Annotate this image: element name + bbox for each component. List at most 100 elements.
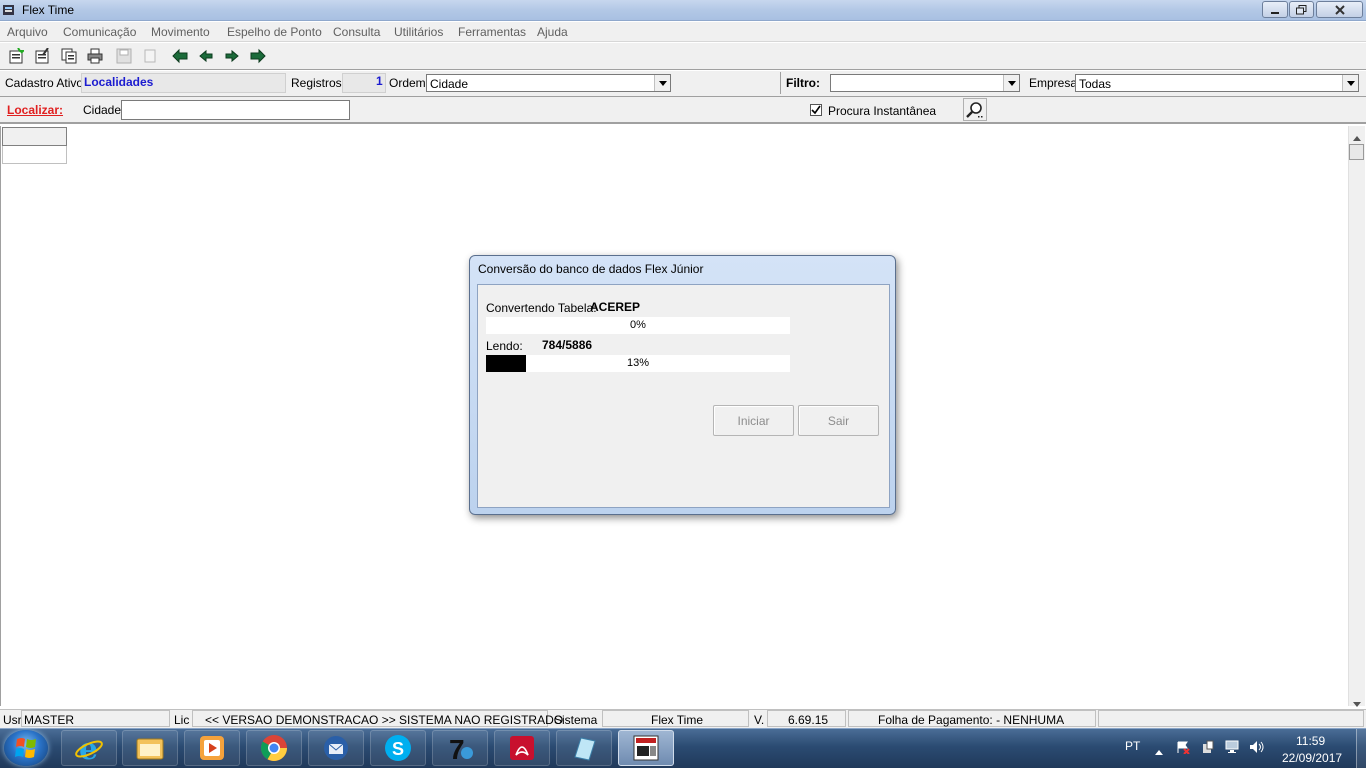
localizar-label: Localizar: <box>7 103 64 117</box>
action-center-icon[interactable] <box>1176 740 1190 757</box>
menu-ferramentas[interactable]: Ferramentas <box>458 25 526 39</box>
empresa-select-value: Todas <box>1079 77 1112 91</box>
edit-record-icon[interactable] <box>33 47 51 65</box>
minimize-button[interactable] <box>1262 1 1288 18</box>
reading-label: Lendo: <box>486 339 523 353</box>
sistema-value: Flex Time <box>651 713 704 727</box>
folha-value: Folha de Pagamento: - NENHUMA <box>878 713 1065 727</box>
menu-utilitarios[interactable]: Utilitários <box>394 25 443 39</box>
divider <box>780 72 781 94</box>
menu-espelho-de-ponto[interactable]: Espelho de Ponto <box>227 25 322 39</box>
chrome-icon <box>260 735 288 762</box>
windows-logo-icon <box>15 738 36 758</box>
flex-time-icon <box>633 735 659 761</box>
reading-value: 784/5886 <box>542 338 593 352</box>
reading-progress-bar: 13% <box>486 355 790 372</box>
search-icon <box>966 101 983 118</box>
taskbar-skype[interactable]: S <box>370 730 426 766</box>
volume-icon[interactable] <box>1249 740 1265 757</box>
table-name: ACEREP <box>590 300 641 314</box>
close-button[interactable] <box>1316 1 1363 18</box>
filtro-label: Filtro: <box>786 76 820 90</box>
registros-label: Registros: <box>291 76 346 90</box>
notepad-icon <box>574 737 596 761</box>
ordem-select[interactable]: Cidade <box>426 74 671 92</box>
taskbar-internet-explorer[interactable]: e <box>61 730 117 766</box>
cancel-icon[interactable] <box>141 47 159 65</box>
sistema-label: Sistema <box>554 713 598 727</box>
taskbar-7zip[interactable]: 7 <box>432 730 488 766</box>
start-button[interactable] <box>4 730 48 766</box>
taskbar-chrome[interactable] <box>246 730 302 766</box>
internet-explorer-icon: e <box>75 733 103 763</box>
empresa-label: Empresa: <box>1029 76 1081 90</box>
media-player-icon <box>200 736 224 760</box>
empresa-select[interactable]: Todas <box>1075 74 1359 92</box>
cadastro-ativo-label: Cadastro Ativo: <box>5 76 87 90</box>
copy-record-icon[interactable] <box>60 47 78 65</box>
vertical-scrollbar[interactable] <box>1348 126 1365 707</box>
menu-arquivo[interactable]: Arquivo <box>7 25 48 39</box>
grid-row[interactable] <box>2 146 67 164</box>
iniciar-button[interactable]: Iniciar <box>713 405 794 436</box>
network-icon[interactable] <box>1225 740 1241 757</box>
scroll-down-icon[interactable] <box>1353 696 1361 710</box>
first-record-icon[interactable] <box>171 47 189 65</box>
version-label: V. <box>754 713 765 727</box>
prev-record-icon[interactable] <box>197 47 215 65</box>
save-icon[interactable] <box>115 47 133 65</box>
search-button[interactable] <box>963 98 987 121</box>
new-record-icon[interactable] <box>7 47 25 65</box>
scroll-thumb[interactable] <box>1349 144 1364 160</box>
localizar-input[interactable] <box>121 100 350 120</box>
last-record-icon[interactable] <box>249 47 267 65</box>
chevron-down-icon[interactable] <box>1342 75 1358 91</box>
sair-button[interactable]: Sair <box>798 405 879 436</box>
restore-button[interactable] <box>1289 1 1314 18</box>
7zip-icon: 7 <box>449 734 473 763</box>
chevron-down-icon[interactable] <box>1003 75 1019 91</box>
chevron-down-icon[interactable] <box>654 75 670 91</box>
show-hidden-icons-icon[interactable] <box>1155 744 1163 758</box>
clock-time[interactable]: 11:59 <box>1296 734 1325 748</box>
reading-progress-text: 13% <box>626 357 650 369</box>
filtro-select[interactable] <box>830 74 1020 92</box>
scroll-up-icon[interactable] <box>1353 130 1361 144</box>
taskbar-flex-time[interactable] <box>618 730 674 766</box>
table-progress-text: 0% <box>630 319 646 331</box>
window-title: Flex Time <box>22 3 75 17</box>
app-icon[interactable] <box>2 3 16 17</box>
grid-column-header[interactable] <box>2 127 67 146</box>
procura-instantanea-label: Procura Instantânea <box>828 104 937 118</box>
registros-value: 1 <box>376 74 383 88</box>
clock-date[interactable]: 22/09/2017 <box>1282 751 1342 765</box>
next-record-icon[interactable] <box>223 47 241 65</box>
taskbar-file-explorer[interactable] <box>122 730 178 766</box>
menu-movimento[interactable]: Movimento <box>151 25 210 39</box>
ordem-select-value: Cidade <box>430 77 469 91</box>
file-explorer-icon <box>136 738 164 760</box>
localizar-field-label: Cidade <box>83 103 122 117</box>
svg-text:S: S <box>392 739 404 759</box>
language-indicator[interactable]: PT <box>1125 739 1140 753</box>
menu-consulta[interactable]: Consulta <box>333 25 380 39</box>
cadastro-ativo-value: Localidades <box>84 75 154 89</box>
menu-comunicacao[interactable]: Comunicação <box>63 25 136 39</box>
menu-ajuda[interactable]: Ajuda <box>537 25 568 39</box>
ordem-label: Ordem: <box>389 76 430 90</box>
version-value: 6.69.15 <box>788 713 829 727</box>
device-icon[interactable] <box>1201 740 1215 757</box>
taskbar-thunderbird[interactable] <box>308 730 364 766</box>
dialog-title: Conversão do banco de dados Flex Júnior <box>478 262 704 276</box>
adobe-reader-icon <box>510 736 534 760</box>
print-icon[interactable] <box>86 47 104 65</box>
taskbar-notepad[interactable] <box>556 730 612 766</box>
lic-value: << VERSAO DEMONSTRACAO >> SISTEMA NAO RE… <box>205 713 564 727</box>
procura-instantanea-checkbox[interactable] <box>810 104 822 116</box>
table-progress-bar: 0% <box>486 317 790 334</box>
show-desktop-button[interactable] <box>1356 729 1366 768</box>
lic-label: Lic <box>174 713 190 727</box>
taskbar-adobe-reader[interactable] <box>494 730 550 766</box>
svg-text:7: 7 <box>449 734 465 763</box>
taskbar-media-player[interactable] <box>184 730 240 766</box>
